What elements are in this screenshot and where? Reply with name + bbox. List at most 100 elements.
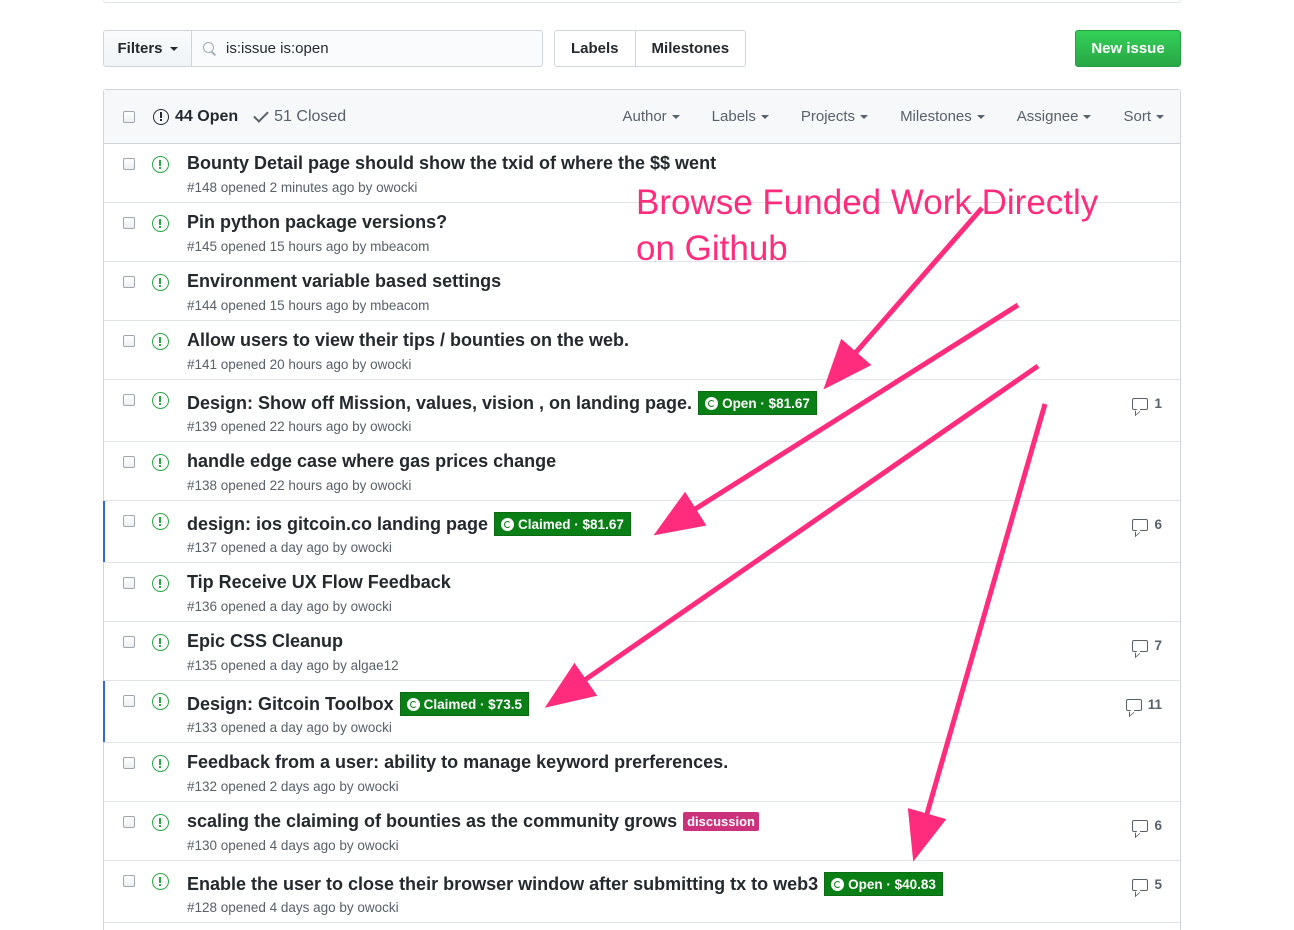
issue-title-link[interactable]: Feedback from a user: ability to manage … — [187, 752, 728, 773]
issue-row[interactable]: Epic CSS Cleanup #135 opened a day ago b… — [104, 622, 1180, 681]
issue-row[interactable]: design: ios gitcoin.co landing page Clai… — [103, 501, 1180, 563]
issue-checkbox[interactable] — [123, 636, 135, 648]
issue-title-link[interactable]: Design: Gitcoin Toolbox — [187, 694, 394, 715]
comments-link[interactable]: 6 — [1132, 517, 1162, 532]
issue-opened-icon — [152, 156, 169, 173]
assignee-filter[interactable]: Assignee — [1017, 108, 1092, 125]
filter-label: Milestones — [900, 108, 972, 125]
issue-title-link[interactable]: Environment variable based settings — [187, 271, 501, 292]
sort-filter[interactable]: Sort — [1123, 108, 1164, 125]
issue-title-link[interactable]: Bounty Detail page should show the txid … — [187, 153, 716, 174]
comment-icon — [1132, 397, 1149, 410]
comment-icon — [1125, 698, 1142, 711]
filters-search-group: Filters — [103, 30, 543, 67]
bounty-badge[interactable]: Open · $81.67 — [698, 391, 817, 415]
previous-panel-edge — [103, 0, 1181, 3]
labels-filter[interactable]: Labels — [712, 108, 769, 125]
chevron-down-icon — [976, 114, 985, 119]
comment-count: 6 — [1154, 818, 1162, 833]
issue-meta: #141 opened 20 hours ago by owocki — [187, 357, 412, 372]
issue-meta: #136 opened a day ago by owocki — [187, 599, 392, 614]
issue-title-link[interactable]: handle edge case where gas prices change — [187, 451, 556, 472]
issue-checkbox[interactable] — [123, 456, 135, 468]
search-box[interactable] — [192, 30, 543, 67]
issue-meta: #144 opened 15 hours ago by mbeacom — [187, 298, 430, 313]
gitcoin-icon — [831, 877, 845, 891]
issue-opened-icon — [152, 575, 169, 592]
chevron-down-icon — [169, 46, 178, 51]
milestones-filter[interactable]: Milestones — [900, 108, 985, 125]
chevron-down-icon — [860, 114, 869, 119]
issue-row[interactable]: Design: Show off Mission, values, vision… — [104, 380, 1180, 442]
issue-title-link[interactable]: scaling the claiming of bounties as the … — [187, 811, 677, 832]
annotation-line-2: on Github — [636, 229, 788, 268]
comment-icon — [1132, 639, 1149, 652]
comment-count: 11 — [1147, 697, 1162, 712]
search-input[interactable] — [226, 40, 526, 57]
issue-checkbox[interactable] — [123, 276, 135, 288]
issue-title-link[interactable]: design: ios gitcoin.co landing page — [187, 514, 488, 535]
issue-row[interactable]: Tip Receive UX Flow Feedback #136 opened… — [104, 563, 1180, 622]
issue-meta: #137 opened a day ago by owocki — [187, 540, 392, 555]
issue-meta: #132 opened 2 days ago by owocki — [187, 779, 399, 794]
issue-row[interactable]: Enable the user to close their browser w… — [104, 861, 1180, 923]
issue-title-link[interactable]: Design: Show off Mission, values, vision… — [187, 393, 692, 414]
author-filter[interactable]: Author — [622, 108, 680, 125]
new-issue-button[interactable]: New issue — [1075, 30, 1181, 67]
bounty-badge-text: Claimed · $81.67 — [518, 516, 624, 532]
filter-label: Labels — [711, 108, 756, 125]
projects-filter[interactable]: Projects — [801, 108, 869, 125]
issue-row[interactable]: scaling the claiming of bounties as the … — [104, 802, 1180, 861]
bounty-badge-text: Open · $40.83 — [848, 876, 936, 892]
milestones-link[interactable]: Milestones — [635, 30, 747, 67]
issue-title-link[interactable]: Pin python package versions? — [187, 212, 447, 233]
issues-list-header: 44 Open 51 Closed Author Labels Projects… — [104, 90, 1180, 144]
issue-checkbox[interactable] — [123, 695, 135, 707]
comment-count: 1 — [1154, 396, 1162, 411]
bounty-badge[interactable]: Claimed · $73.5 — [399, 692, 529, 716]
issue-checkbox[interactable] — [123, 335, 135, 347]
issue-opened-icon — [153, 108, 169, 125]
issue-opened-icon — [152, 634, 169, 651]
comments-link[interactable]: 5 — [1132, 877, 1162, 892]
comments-link[interactable]: 11 — [1125, 697, 1162, 712]
issue-title-link[interactable]: Enable the user to close their browser w… — [187, 874, 818, 895]
comment-icon — [1132, 878, 1149, 891]
issue-meta: #130 opened 4 days ago by owocki — [187, 838, 399, 853]
issue-checkbox[interactable] — [123, 875, 135, 887]
issue-title-link[interactable]: Epic CSS Cleanup — [187, 631, 343, 652]
issue-checkbox[interactable] — [123, 158, 135, 170]
chevron-down-icon — [760, 114, 769, 119]
bounty-badge[interactable]: Open · $40.83 — [824, 872, 943, 896]
chevron-down-icon — [671, 114, 680, 119]
issue-checkbox[interactable] — [123, 757, 135, 769]
issue-row[interactable]: Allow users to view their tips / bountie… — [104, 321, 1180, 380]
annotation-text: Browse Funded Work Directly on Github — [636, 180, 1098, 272]
issue-row[interactable]: handle edge case where gas prices change… — [104, 442, 1180, 501]
comments-link[interactable]: 7 — [1132, 638, 1162, 653]
issue-title-link[interactable]: Tip Receive UX Flow Feedback — [187, 572, 451, 593]
issue-row[interactable]: Design: Gitcoin Toolbox Claimed · $73.5 … — [103, 681, 1180, 743]
discussion-label[interactable]: discussion — [683, 812, 759, 831]
issue-opened-icon — [152, 755, 169, 772]
issue-checkbox[interactable] — [123, 816, 135, 828]
issue-title-link[interactable]: Allow users to view their tips / bountie… — [187, 330, 629, 351]
issue-checkbox[interactable] — [123, 217, 135, 229]
open-issues-link[interactable]: 44 Open — [153, 108, 238, 126]
chevron-down-icon — [1156, 114, 1164, 119]
issue-checkbox[interactable] — [123, 394, 135, 406]
labels-link[interactable]: Labels — [554, 30, 636, 67]
closed-issues-link[interactable]: 51 Closed — [253, 106, 346, 126]
filter-label: Author — [622, 108, 667, 125]
issue-checkbox[interactable] — [123, 515, 135, 527]
select-all-checkbox[interactable] — [123, 110, 135, 123]
filters-button[interactable]: Filters — [103, 30, 192, 67]
issue-title-line: Enable the user to close their browser w… — [187, 872, 943, 896]
filter-label: Sort — [1123, 108, 1151, 125]
issue-checkbox[interactable] — [123, 577, 135, 589]
issue-row[interactable]: Feedback from a user: ability to manage … — [104, 743, 1180, 802]
bounty-badge[interactable]: Claimed · $81.67 — [494, 512, 631, 536]
issue-meta: #135 opened a day ago by algae12 — [187, 658, 399, 673]
comments-link[interactable]: 1 — [1132, 396, 1162, 411]
comments-link[interactable]: 6 — [1132, 818, 1162, 833]
